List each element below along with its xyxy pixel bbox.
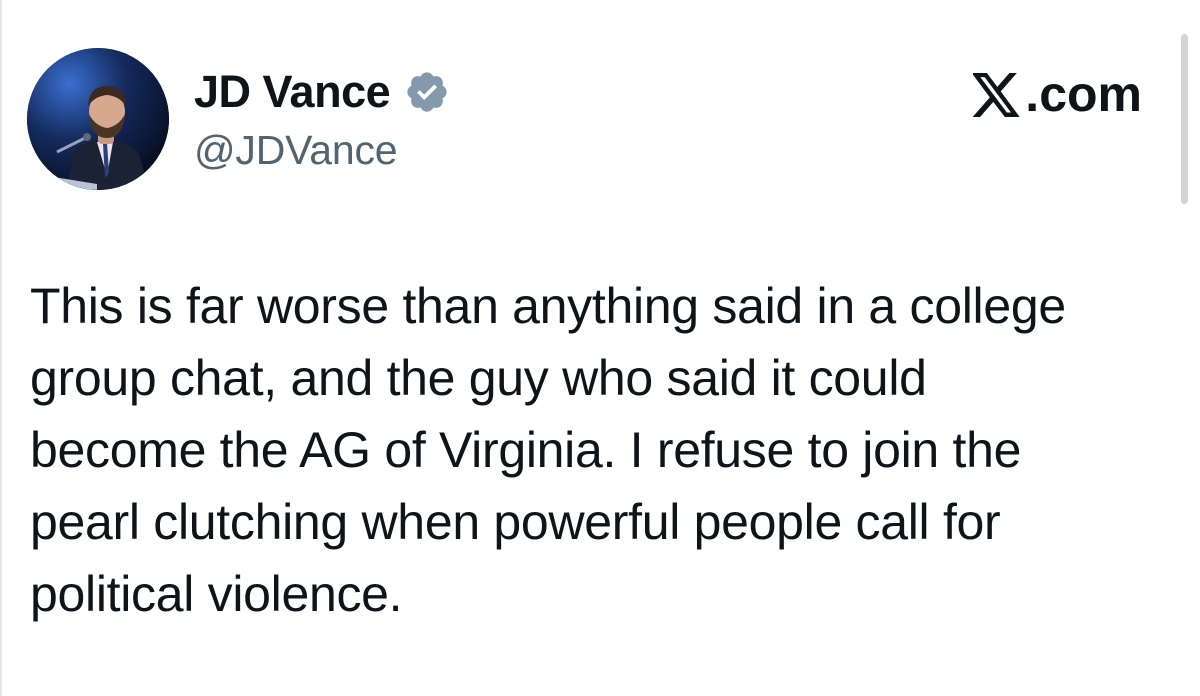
x-logo-icon xyxy=(971,72,1021,117)
tweet-card: JD Vance @JDVance .com This is far worse… xyxy=(0,0,1200,696)
profile-photo xyxy=(27,48,169,190)
user-handle[interactable]: @JDVance xyxy=(194,126,450,174)
name-row: JD Vance xyxy=(194,64,450,120)
scrollbar[interactable] xyxy=(1181,34,1188,204)
left-border xyxy=(0,0,2,696)
avatar[interactable] xyxy=(27,48,169,190)
tweet-text: This is far worse than anything said in … xyxy=(30,278,1066,622)
x-com-brand: .com xyxy=(971,66,1142,122)
display-name[interactable]: JD Vance xyxy=(194,64,391,120)
author-block: JD Vance @JDVance xyxy=(194,64,450,174)
verified-badge-icon xyxy=(404,69,450,115)
brand-text: .com xyxy=(1025,66,1142,122)
